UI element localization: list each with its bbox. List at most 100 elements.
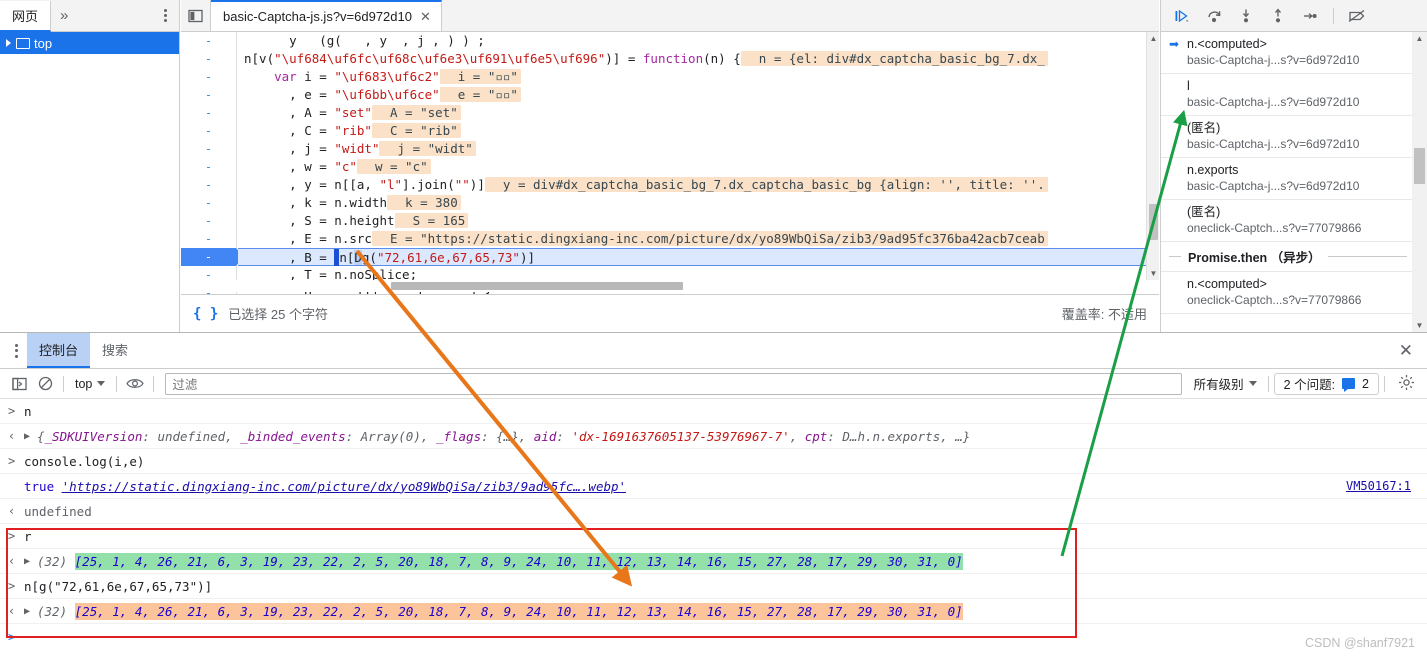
code-token: n[v( [244,51,275,66]
console-message-result: ‹ undefined [0,499,1427,524]
code-token: (n) { [703,51,741,66]
scroll-up-arrow-icon[interactable]: ▲ [1412,32,1427,45]
resume-script-button[interactable] [1173,7,1191,25]
editor-vertical-scrollbar[interactable]: ▲ ▼ [1146,32,1159,280]
array-length-label: (32) [37,553,75,569]
console-input-text: n[g("72,61,6e,67,65,73")] [24,578,213,594]
tab-console[interactable]: 控制台 [27,333,91,368]
gutter-line[interactable]: - [181,158,236,176]
expand-triangle-icon[interactable]: ▶ [24,606,37,617]
inline-value-hint: e = "▫▫" [439,87,521,102]
gutter-line[interactable]: - [181,212,236,230]
callstack-scrollbar[interactable]: ▲ ▼ [1412,32,1427,332]
code-token: , S = n.height [244,213,395,228]
show-navigator-button[interactable] [181,0,211,31]
call-stack-item[interactable]: n.exports basic-Captcha-j...s?v=6d972d10 [1161,158,1413,200]
code-token: var [274,69,297,84]
inline-value-hint: E = "https://static.dingxiang-inc.com/pi… [371,231,1048,246]
navigator-more-tabs-icon[interactable]: » [51,7,77,24]
code-token: , y = n[[a, [244,177,380,192]
issues-label: 2 个问题: [1283,378,1336,392]
console-settings-button[interactable] [1398,374,1415,394]
code-token: D [354,250,362,265]
console-filter-input[interactable]: 过滤 [165,372,1182,395]
code-token: )] [469,177,485,192]
scroll-up-arrow-icon[interactable]: ▲ [1147,32,1160,45]
close-drawer-button[interactable]: ✕ [1385,341,1427,361]
editor-tab-file[interactable]: basic-Captcha-js.js?v=6d972d10 ✕ [211,0,442,31]
scrollbar-thumb[interactable] [1149,204,1158,240]
toolbar-divider [63,375,64,392]
gutter-line[interactable]: - [181,86,236,104]
scroll-down-arrow-icon[interactable]: ▼ [1412,319,1427,332]
gutter-line[interactable]: - [181,104,236,122]
step-button[interactable] [1301,7,1319,25]
inline-value-hint: C = "rib" [371,123,461,138]
gutter-line[interactable]: - [181,68,236,86]
panel-collapse-icon [188,9,203,22]
console-message-list[interactable]: > n ‹ ▶{_SDKUIVersion: undefined, _binded_e… [0,399,1427,656]
call-stack-list[interactable]: ➡ n.<computed> basic-Captcha-j...s?v=6d972… [1161,32,1413,332]
live-expression-button[interactable] [122,372,148,396]
gutter-line[interactable]: - [181,50,236,68]
console-context-selector[interactable]: top [69,377,111,391]
deactivate-breakpoints-button[interactable] [1348,7,1366,25]
code-line: , e = "\uf6bb\uf6ce" e = "▫▫" [238,86,1159,104]
console-sidebar-button[interactable] [6,372,32,396]
filter-placeholder-text: 过滤 [172,378,198,392]
code-line: , j = "widt" j = "widt" [238,140,1159,158]
code-token: )] [519,250,536,265]
console-prompt[interactable]: > [0,624,1427,648]
gutter-line[interactable]: - [181,32,236,50]
call-stack-item[interactable]: l basic-Captcha-j...s?v=6d972d10 [1161,74,1413,116]
object-preview-token: , [789,428,805,444]
step-out-button[interactable] [1269,7,1287,25]
drawer-menu-button[interactable] [6,343,27,358]
clear-console-button[interactable] [32,372,58,396]
step-into-button[interactable] [1237,7,1255,25]
gutter-line[interactable]: - [181,176,236,194]
code-token: , e = [244,87,335,102]
gutter-line[interactable]: - [181,194,236,212]
format-braces-icon[interactable]: { } [193,306,218,322]
navigator-tab-page[interactable]: 网页 [0,0,52,32]
close-icon[interactable]: ✕ [420,9,431,25]
console-source-link[interactable]: VM50167:1 [1346,479,1423,493]
call-stack-item-url: basic-Captcha-j...s?v=6d972d10 [1187,53,1360,67]
object-preview-token: Array(0) [360,428,421,444]
call-stack-item[interactable]: (匿名) oneclick-Captch...s?v=77079866 [1161,200,1413,242]
code-viewport[interactable]: --------------- y (g( , y , j , ) ) ;n[v… [181,32,1159,294]
call-stack-item-name: n.<computed> [1187,37,1267,51]
scroll-down-arrow-icon[interactable]: ▼ [1147,267,1160,280]
expand-triangle-icon[interactable]: ▶ [24,556,37,567]
code-line: var i = "\uf683\uf6c2" i = "▫▫" [238,68,1159,86]
code-token: "c" [334,159,357,174]
call-stack-item[interactable]: (匿名) basic-Captcha-j...s?v=6d972d10 [1161,116,1413,158]
call-stack-item[interactable]: ➡ n.<computed> basic-Captcha-j...s?v=6d972… [1161,32,1413,74]
call-stack-item[interactable]: n.<computed> oneclick-Captch...s?v=770798… [1161,272,1413,314]
expand-triangle-icon[interactable]: ▶ [24,431,37,442]
console-message-object: ‹ ▶{_SDKUIVersion: undefined, _binded_eve… [0,424,1427,449]
log-url-value[interactable]: 'https://static.dingxiang-inc.com/pictur… [62,479,626,494]
scrollbar-thumb-horizontal[interactable] [391,282,683,290]
gutter-line[interactable]: - [181,122,236,140]
issues-button[interactable]: 2 个问题: 2 [1273,372,1379,395]
call-stack-item-url: oneclick-Captch...s?v=77079866 [1187,293,1362,307]
scrollbar-thumb[interactable] [1414,148,1425,184]
editor-horizontal-scrollbar[interactable] [181,280,1146,292]
step-over-button[interactable] [1205,7,1223,25]
console-level-selector[interactable]: 所有级别 [1188,374,1263,393]
gutter-line[interactable]: - [181,230,236,248]
array-preview-value: [25, 1, 4, 26, 21, 6, 3, 19, 23, 22, 2, … [74,602,963,620]
tab-search[interactable]: 搜索 [90,333,140,368]
navigator-menu-button[interactable] [158,0,173,31]
sources-panel: 网页 » top basic-Captcha-js.js?v=6d972d10 … [0,0,1427,332]
gutter-line-active[interactable]: - [181,248,244,266]
step-into-icon [1242,9,1250,22]
call-stack-item-name: n.exports [1187,163,1239,177]
code-token: , B = [244,250,335,265]
navigator-tree-item-top[interactable]: top [0,32,179,54]
code-token: "\uf6bb\uf6ce" [334,87,440,102]
gutter-line[interactable]: - [181,140,236,158]
